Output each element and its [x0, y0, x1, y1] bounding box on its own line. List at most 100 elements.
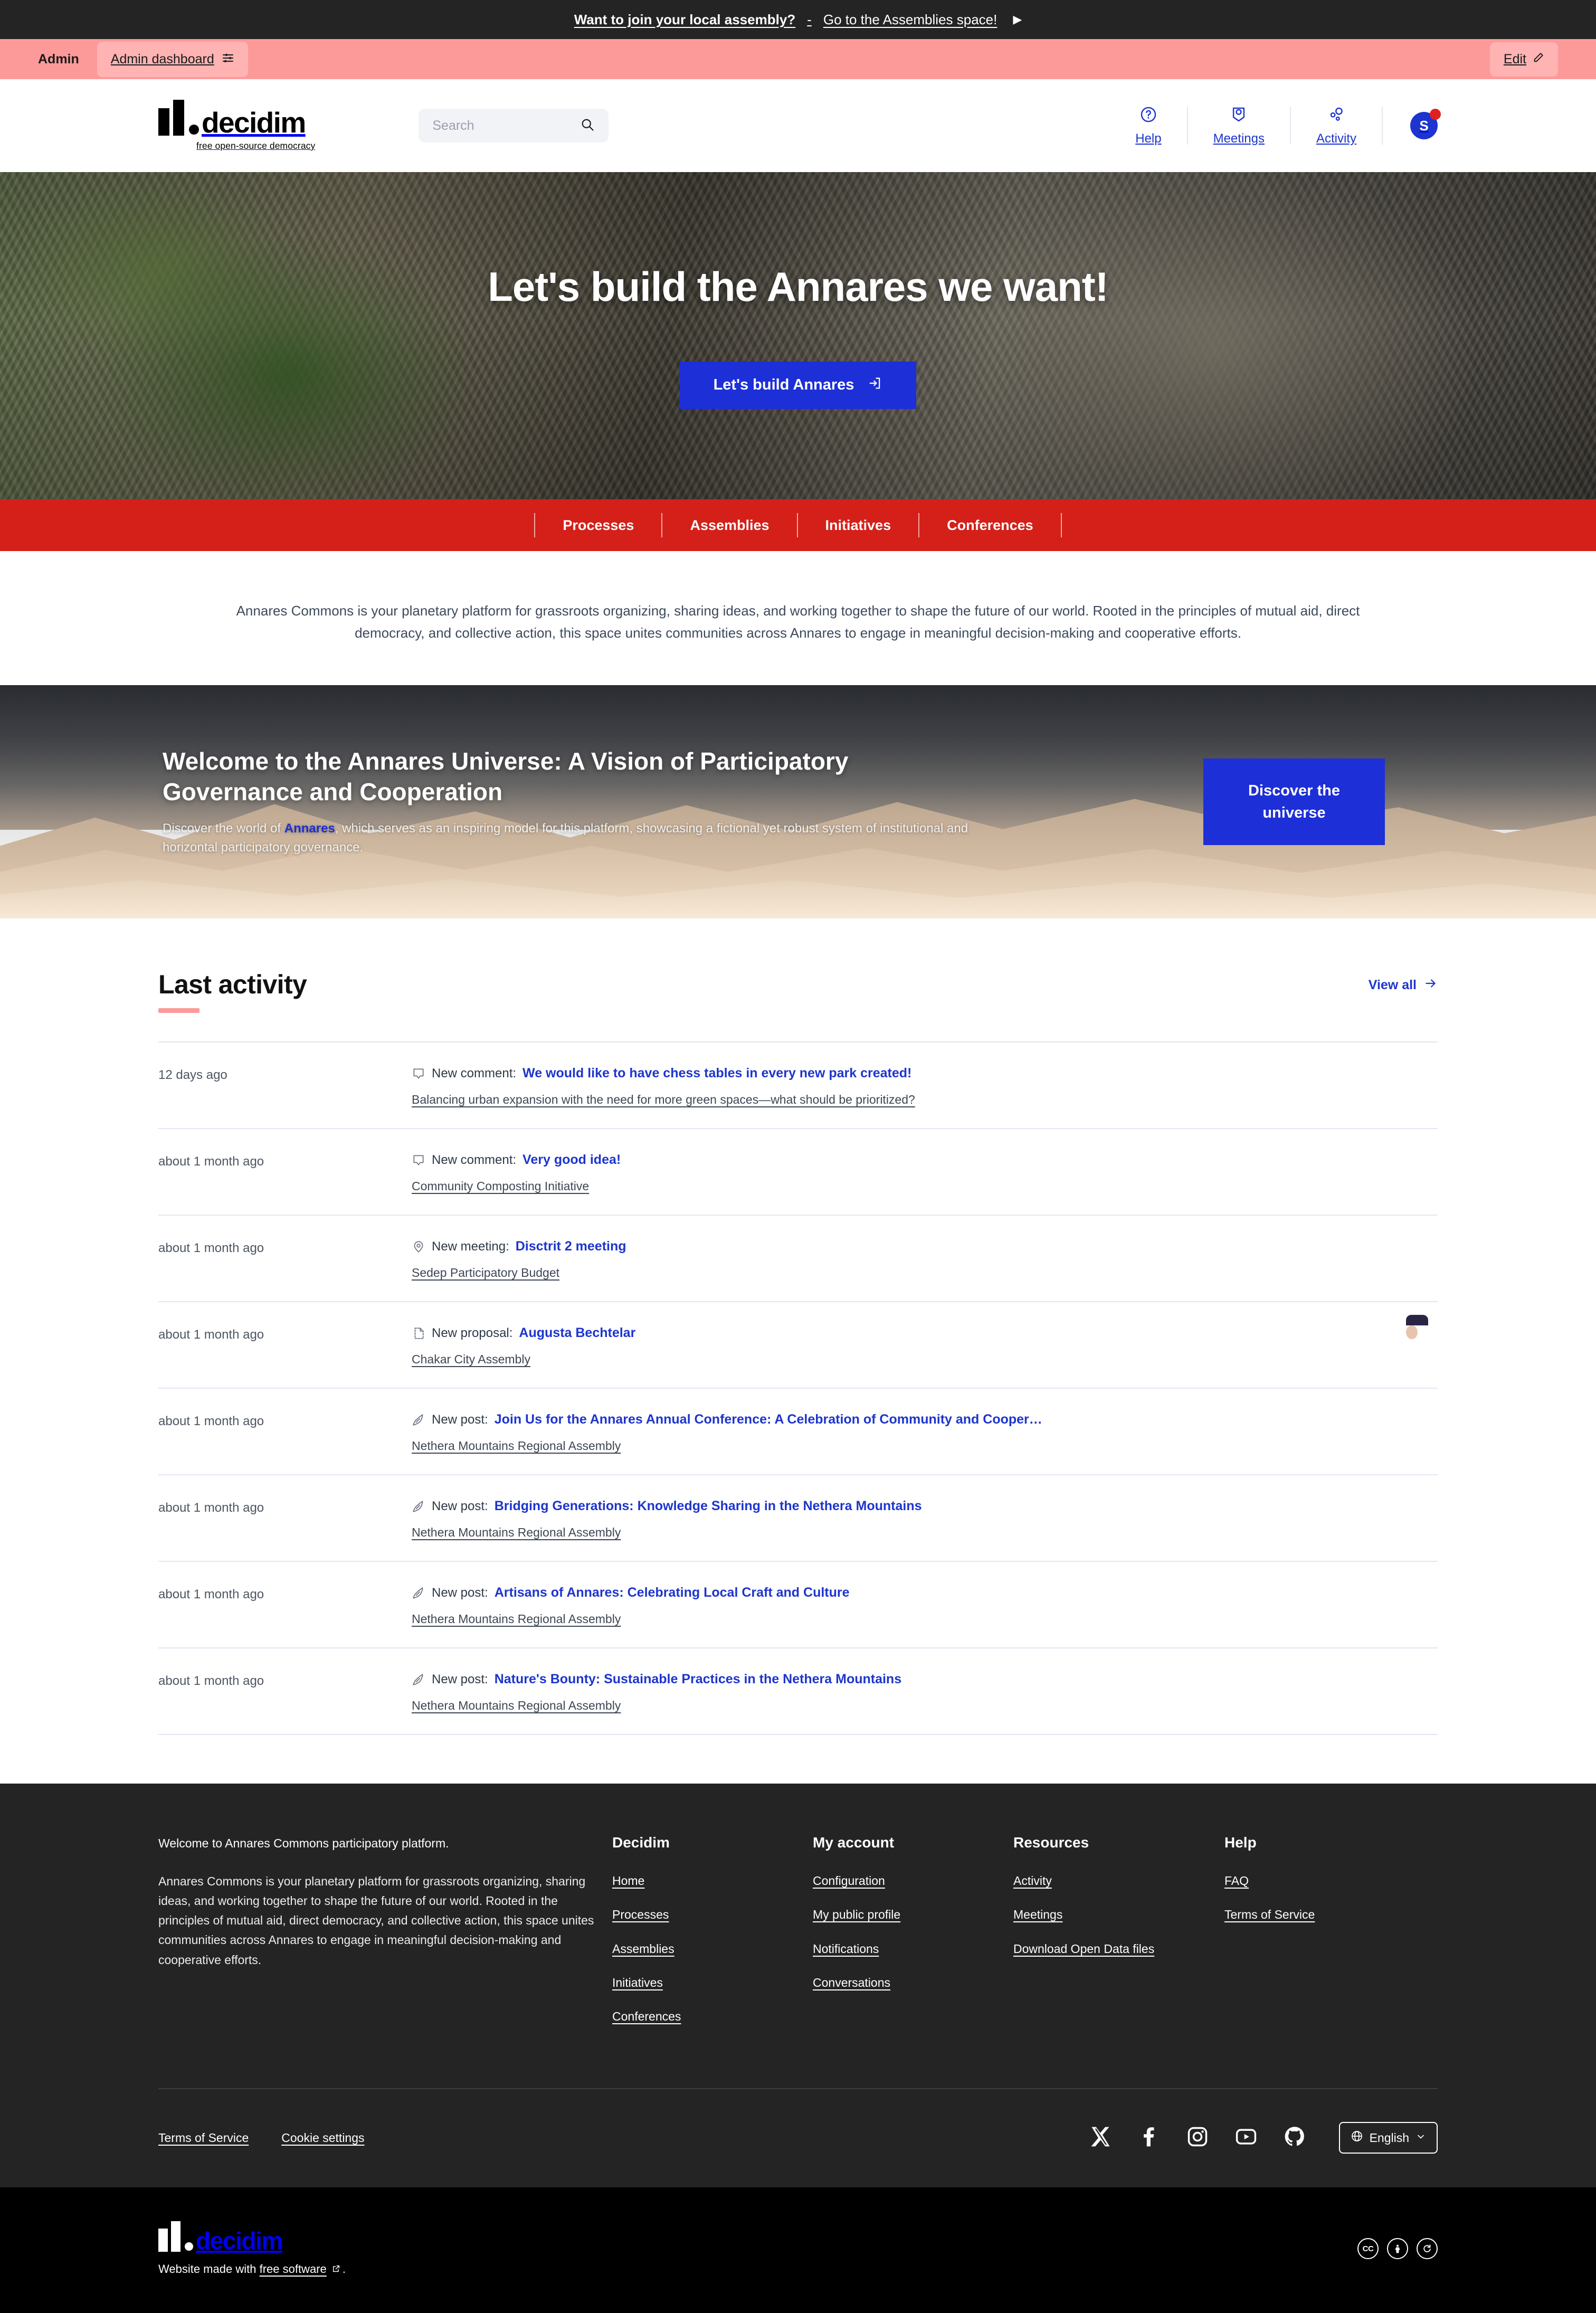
- activity-context-link[interactable]: Nethera Mountains Regional Assembly: [412, 1525, 621, 1539]
- footer-link-notifications[interactable]: Notifications: [813, 1940, 966, 1957]
- logo-dot-icon: [189, 125, 199, 135]
- hero-cta-button[interactable]: Let's build Annares: [679, 361, 917, 409]
- search-box[interactable]: [419, 109, 609, 143]
- welcome-banner: Welcome to the Annares Universe: A Visio…: [0, 685, 1596, 919]
- activity-title-link[interactable]: We would like to have chess tables in ev…: [522, 1066, 911, 1081]
- activity-body: New post: Bridging Generations: Knowledge…: [412, 1499, 1393, 1540]
- activity-timestamp: about 1 month ago: [158, 1241, 264, 1256]
- activity-row: about 1 month ago New post: Bridging Gener…: [158, 1475, 1438, 1562]
- cc-by-icon: [1387, 2238, 1408, 2260]
- hero-title: Let's build the Annares we want!: [488, 263, 1108, 310]
- search-input[interactable]: [432, 118, 581, 134]
- footer-link-meetings[interactable]: Meetings: [1013, 1906, 1166, 1923]
- header-divider: [1382, 107, 1383, 145]
- decidim-logo[interactable]: decidim free open-source democracy: [158, 100, 315, 151]
- activity-row: about 1 month ago New post: Nature's Bount…: [158, 1648, 1438, 1736]
- footer-column-title: Help: [1224, 1834, 1257, 1851]
- x-icon[interactable]: [1089, 2125, 1112, 2151]
- pen-icon: [412, 1673, 425, 1686]
- welcome-body-link[interactable]: Annares: [284, 821, 335, 836]
- edit-button[interactable]: Edit: [1489, 42, 1558, 77]
- header-activity[interactable]: Activity: [1291, 106, 1382, 146]
- footer-link-initiatives[interactable]: Initiatives: [612, 1974, 765, 1991]
- footer-link-conferences[interactable]: Conferences: [612, 2008, 765, 2025]
- instagram-icon[interactable]: [1186, 2125, 1209, 2151]
- admin-dashboard-button[interactable]: Admin dashboard: [97, 41, 248, 77]
- activity-kind: New proposal:: [432, 1325, 513, 1340]
- activity-kind: New post:: [432, 1585, 488, 1600]
- footer-column-title: Resources: [1013, 1834, 1089, 1851]
- github-icon[interactable]: [1283, 2125, 1306, 2151]
- admin-bar: Admin Admin dashboard Edit: [0, 39, 1596, 79]
- nav-item-processes[interactable]: Processes: [535, 517, 661, 534]
- made-with-text: Website made with free software .: [158, 2262, 346, 2276]
- hero-cta-label: Let's build Annares: [713, 376, 854, 393]
- activity-title-link[interactable]: Very good idea!: [522, 1152, 621, 1168]
- proposal-icon: [412, 1326, 425, 1340]
- activity-context-link[interactable]: Chakar City Assembly: [412, 1352, 530, 1366]
- youtube-icon[interactable]: [1234, 2125, 1258, 2151]
- activity-title-link[interactable]: Artisans of Annares: Celebrating Local C…: [495, 1585, 850, 1600]
- activity-title-link[interactable]: Augusta Bechtelar: [519, 1325, 635, 1341]
- language-label: English: [1369, 2130, 1409, 2145]
- admin-dashboard-label: Admin dashboard: [110, 51, 214, 67]
- search-icon[interactable]: [580, 117, 595, 135]
- sub-footer-logo[interactable]: decidim: [158, 2221, 346, 2253]
- facebook-icon[interactable]: [1137, 2125, 1161, 2151]
- activity-context-link[interactable]: Community Composting Initiative: [412, 1179, 589, 1193]
- activity-kind: New post:: [432, 1412, 488, 1427]
- footer-link-conversations[interactable]: Conversations: [813, 1974, 966, 1991]
- activity-timestamp: about 1 month ago: [158, 1587, 264, 1602]
- footer-link-open-data[interactable]: Download Open Data files: [1013, 1940, 1166, 1957]
- sub-footer: decidim Website made with free software …: [0, 2187, 1596, 2313]
- activity-timestamp: 12 days ago: [158, 1068, 227, 1083]
- footer-bottom-cookies[interactable]: Cookie settings: [281, 2131, 364, 2145]
- footer-link-assemblies[interactable]: Assemblies: [612, 1940, 765, 1957]
- announcement-link[interactable]: Go to the Assemblies space!: [823, 12, 998, 28]
- cc-sa-icon: [1417, 2238, 1438, 2260]
- comment-icon: [412, 1067, 425, 1080]
- footer-link-processes[interactable]: Processes: [612, 1906, 765, 1923]
- nav-item-conferences[interactable]: Conferences: [919, 517, 1061, 534]
- activity-context-link[interactable]: Nethera Mountains Regional Assembly: [412, 1439, 621, 1453]
- activity-title-link[interactable]: Join Us for the Annares Annual Conferenc…: [495, 1412, 1042, 1427]
- activity-context-link[interactable]: Balancing urban expansion with the need …: [412, 1093, 915, 1106]
- activity-title-link[interactable]: Disctrit 2 meeting: [516, 1239, 626, 1254]
- footer-link-my-public-profile[interactable]: My public profile: [813, 1906, 966, 1923]
- footer-link-terms-of-service[interactable]: Terms of Service: [1224, 1906, 1378, 1923]
- made-prefix: Website made with: [158, 2262, 260, 2276]
- sliders-icon: [222, 51, 234, 68]
- footer-bottom-terms[interactable]: Terms of Service: [158, 2131, 249, 2145]
- footer-link-activity[interactable]: Activity: [1013, 1872, 1166, 1889]
- view-all-link[interactable]: View all: [1369, 969, 1438, 994]
- footer-link-home[interactable]: Home: [612, 1872, 765, 1889]
- language-selector[interactable]: English: [1338, 2122, 1438, 2154]
- welcome-heading: Welcome to the Annares Universe: A Visio…: [163, 747, 849, 805]
- activity-context-link[interactable]: Sedep Participatory Budget: [412, 1266, 559, 1279]
- cc-icon: CC: [1357, 2238, 1379, 2260]
- discover-universe-button[interactable]: Discover the universe: [1203, 759, 1385, 846]
- activity-row: about 1 month ago New post: Artisans of An…: [158, 1562, 1438, 1649]
- footer-column-help: Help FAQ Terms of Service: [1224, 1834, 1383, 2042]
- activity-context-link[interactable]: Nethera Mountains Regional Assembly: [412, 1612, 621, 1626]
- nav-item-assemblies[interactable]: Assemblies: [662, 517, 796, 534]
- logo-bars-icon: [158, 100, 184, 136]
- header-meetings[interactable]: Meetings: [1188, 106, 1290, 146]
- activity-body: New post: Artisans of Annares: Celebratin…: [412, 1585, 1393, 1626]
- footer-column-resources: Resources Activity Meetings Download Ope…: [1013, 1834, 1224, 2042]
- account-avatar-button[interactable]: S: [1410, 109, 1441, 139]
- site-footer: Welcome to Annares Commons participatory…: [0, 1784, 1596, 2188]
- free-software-link[interactable]: free software: [260, 2262, 327, 2276]
- announcement-question[interactable]: Want to join your local assembly?: [574, 12, 795, 28]
- sub-footer-brand: decidim Website made with free software …: [158, 2221, 346, 2276]
- activity-title-link[interactable]: Bridging Generations: Knowledge Sharing …: [495, 1499, 922, 1514]
- activity-context-link[interactable]: Nethera Mountains Regional Assembly: [412, 1699, 621, 1712]
- footer-link-configuration[interactable]: Configuration: [813, 1872, 966, 1889]
- footer-link-faq[interactable]: FAQ: [1224, 1872, 1378, 1889]
- nav-item-initiatives[interactable]: Initiatives: [798, 517, 919, 534]
- activity-title-link[interactable]: Nature's Bounty: Sustainable Practices i…: [495, 1672, 901, 1687]
- header-help[interactable]: Help: [1110, 106, 1186, 146]
- play-arrow-icon[interactable]: ▶: [1013, 13, 1022, 26]
- activity-timestamp: about 1 month ago: [158, 1154, 264, 1169]
- activity-body: New comment: We would like to have chess …: [412, 1066, 1393, 1107]
